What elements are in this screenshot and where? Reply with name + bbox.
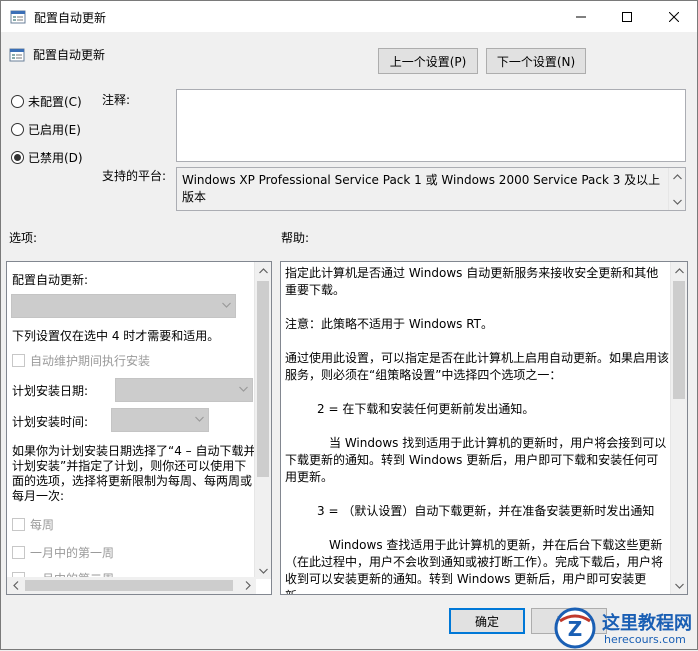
help-panel: 指定此计算机是否通过 Windows 自动更新服务来接收安全更新和其他重要下载。… — [280, 261, 688, 595]
policy-settings-icon — [9, 48, 25, 62]
supported-platform-box: Windows XP Professional Service Pack 1 或… — [176, 167, 686, 211]
radio-label: 已禁用(D) — [28, 151, 83, 165]
scroll-down-arrow[interactable] — [669, 193, 685, 210]
chevron-left-icon — [12, 581, 18, 590]
radio-enabled[interactable]: 已启用(E) — [11, 121, 81, 138]
scroll-thumb[interactable] — [25, 580, 233, 591]
watermark-url: herecours.com — [604, 633, 686, 646]
scroll-down-arrow[interactable] — [255, 562, 271, 579]
comment-label: 注释: — [102, 93, 131, 107]
close-icon — [669, 11, 679, 22]
help-paragraph: 通过使用此设置，可以指定是否在此计算机上启用自动更新。如果启用该服务，则必须在“… — [285, 351, 670, 382]
site-watermark: Z 这里教程网 herecours.com — [554, 603, 698, 651]
checkbox-box[interactable] — [12, 546, 25, 559]
checkbox-label: 自动维护期间执行安装 — [30, 354, 151, 368]
help-paragraph: 2 = 在下载和安装任何更新前发出通知。 — [317, 402, 535, 416]
help-vertical-scrollbar[interactable] — [670, 262, 687, 594]
minimize-button[interactable] — [558, 1, 604, 32]
help-paragraph: 3 = （默认设置）自动下载更新，并在准备安装更新时发出通知 — [317, 504, 655, 518]
options-vertical-scrollbar[interactable] — [254, 262, 271, 579]
scroll-down-arrow[interactable] — [671, 577, 687, 594]
radio-circle[interactable] — [11, 123, 24, 136]
options-panel: 配置自动更新: 下列设置仅在选中 4 时才需要和适用。 自动维护期间执行安装 计… — [6, 261, 272, 595]
supported-platform-label: 支持的平台: — [102, 169, 167, 183]
help-label: 帮助: — [281, 231, 310, 245]
policy-title: 配置自动更新 — [33, 48, 106, 62]
radio-circle[interactable] — [11, 151, 24, 164]
comment-textarea[interactable] — [176, 89, 686, 162]
install-day-dropdown[interactable] — [115, 378, 253, 402]
radio-label: 未配置(C) — [28, 95, 82, 109]
title-bar[interactable]: 配置自动更新 — [1, 1, 697, 32]
policy-dialog: 配置自动更新 配置自动更新 上一个设置(P) 下一个设置(N) 未配置(C) 已… — [0, 0, 698, 650]
ok-button[interactable]: 确定 — [449, 608, 525, 634]
help-paragraph: 注意：此策略不适用于 Windows RT。 — [285, 317, 493, 331]
configure-updates-dropdown[interactable] — [11, 294, 236, 318]
radio-circle[interactable] — [11, 95, 24, 108]
chevron-up-icon — [259, 267, 268, 273]
maximize-icon — [622, 11, 632, 22]
chevron-right-icon — [245, 581, 251, 590]
next-setting-button[interactable]: 下一个设置(N) — [486, 48, 586, 74]
maximize-button[interactable] — [604, 1, 650, 32]
scroll-up-arrow[interactable] — [669, 168, 685, 185]
help-paragraph: 当 Windows 找到适用于此计算机的更新时，用户将会接到可以下载更新的通知。… — [285, 436, 667, 484]
options-label: 选项: — [9, 231, 38, 245]
checkbox-label: 一月中的第一周 — [30, 546, 115, 560]
window-title: 配置自动更新 — [34, 11, 107, 25]
options-horizontal-scrollbar[interactable] — [7, 577, 256, 594]
install-time-dropdown[interactable] — [111, 408, 209, 432]
chevron-down-icon — [675, 583, 684, 589]
close-button[interactable] — [651, 1, 697, 32]
chevron-down-icon — [195, 416, 204, 422]
minimize-icon — [576, 16, 586, 17]
help-content: 指定此计算机是否通过 Windows 自动更新服务来接收安全更新和其他重要下载。… — [285, 265, 670, 594]
chevron-down-icon — [259, 568, 268, 574]
platform-scrollbar[interactable] — [668, 168, 685, 210]
options-content: 配置自动更新: 下列设置仅在选中 4 时才需要和适用。 自动维护期间执行安装 计… — [7, 262, 256, 579]
scroll-left-arrow[interactable] — [7, 577, 24, 594]
policy-settings-icon — [10, 10, 26, 24]
help-paragraph: Windows 查找适用于此计算机的更新，并在后台下载这些更新（在此过程中，用户… — [285, 538, 664, 594]
checkbox-box[interactable] — [12, 354, 25, 367]
radio-not-configured[interactable]: 未配置(C) — [11, 93, 82, 110]
watermark-logo-icon: Z — [554, 607, 596, 649]
scroll-up-arrow[interactable] — [255, 262, 271, 279]
svg-text:Z: Z — [568, 617, 583, 641]
chevron-up-icon — [675, 267, 684, 273]
supported-platform-value: Windows XP Professional Service Pack 1 或… — [182, 173, 661, 204]
weekly-checkbox[interactable]: 每周 — [12, 516, 54, 533]
schedule-restriction-text: 如果你为计划安装日期选择了“4 – 自动下载并计划安装”并指定了计划，则你还可以… — [12, 444, 256, 503]
chevron-down-icon — [673, 199, 682, 205]
first-week-checkbox[interactable]: 一月中的第一周 — [12, 544, 114, 561]
watermark-name: 这里教程网 — [602, 613, 692, 634]
radio-disabled[interactable]: 已禁用(D) — [11, 149, 83, 166]
scroll-thumb[interactable] — [257, 281, 269, 477]
previous-setting-button[interactable]: 上一个设置(P) — [378, 48, 478, 74]
chevron-down-icon — [239, 386, 248, 392]
install-day-label: 计划安装日期: — [12, 384, 89, 398]
scroll-thumb[interactable] — [673, 281, 685, 399]
chevron-down-icon — [222, 302, 231, 308]
chevron-up-icon — [673, 173, 682, 179]
configure-updates-label: 配置自动更新: — [12, 273, 89, 287]
checkbox-box[interactable] — [12, 518, 25, 531]
maintenance-install-checkbox[interactable]: 自动维护期间执行安装 — [12, 352, 150, 369]
help-paragraph: 指定此计算机是否通过 Windows 自动更新服务来接收安全更新和其他重要下载。 — [285, 266, 659, 297]
option-4-note: 下列设置仅在选中 4 时才需要和适用。 — [12, 329, 220, 343]
scroll-up-arrow[interactable] — [671, 262, 687, 279]
install-time-label: 计划安装时间: — [12, 415, 89, 429]
radio-label: 已启用(E) — [28, 123, 81, 137]
checkbox-label: 每周 — [30, 518, 55, 532]
scroll-right-arrow[interactable] — [239, 577, 256, 594]
